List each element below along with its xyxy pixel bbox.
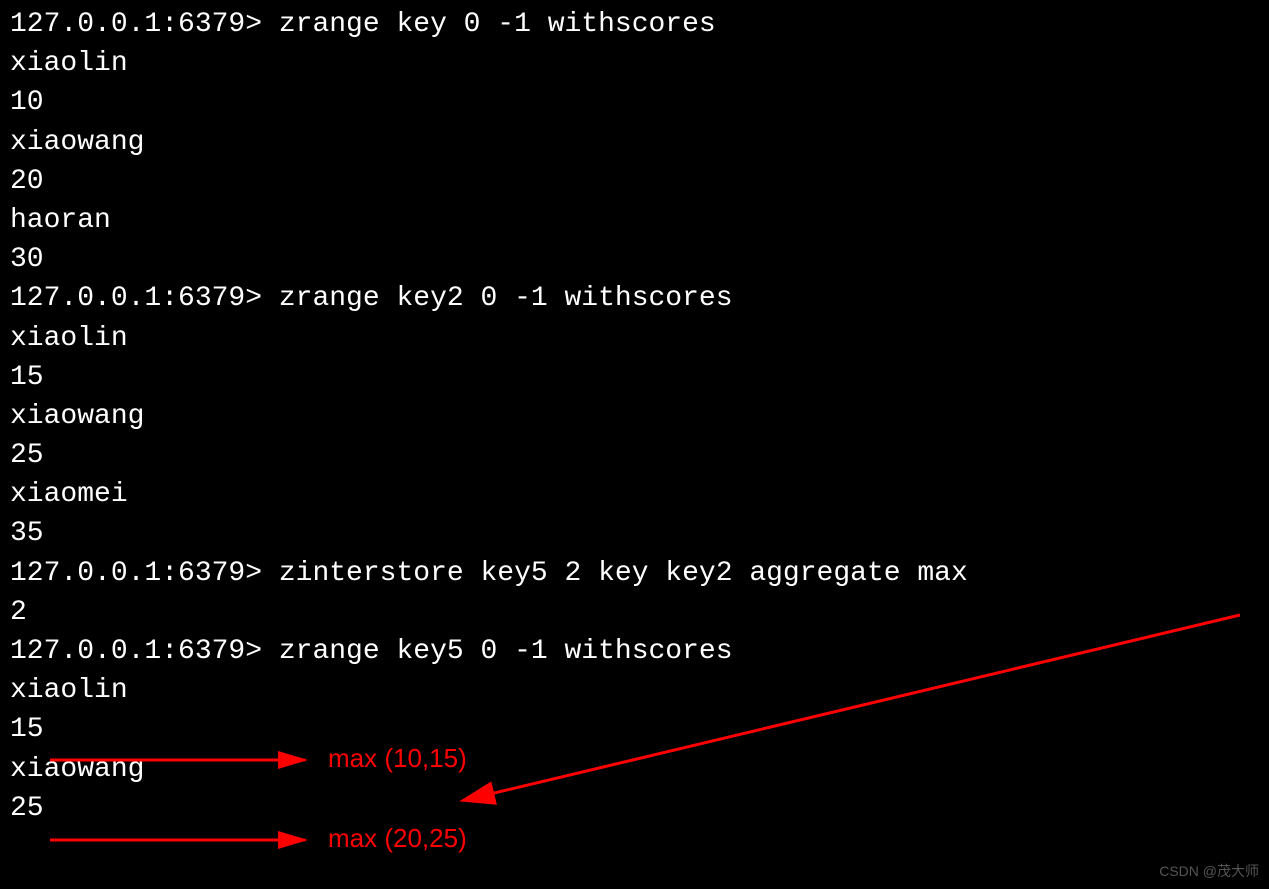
prompt: 127.0.0.1:6379> xyxy=(10,9,279,40)
output-line: 15 xyxy=(10,710,1259,749)
output-line: 25 xyxy=(10,789,1259,828)
command-line-1: 127.0.0.1:6379> zrange key 0 -1 withscor… xyxy=(10,5,1259,44)
output-line: xiaowang xyxy=(10,750,1259,789)
output-line: xiaowang xyxy=(10,123,1259,162)
watermark: CSDN @茂大师 xyxy=(1159,861,1259,881)
output-line: 30 xyxy=(10,240,1259,279)
command-text: zrange key 0 -1 withscores xyxy=(279,9,716,40)
output-line: xiaomei xyxy=(10,475,1259,514)
annotation-label-2: max (20,25) xyxy=(328,823,467,854)
output-line: 15 xyxy=(10,358,1259,397)
output-line: xiaolin xyxy=(10,44,1259,83)
command-line-2: 127.0.0.1:6379> zrange key2 0 -1 withsco… xyxy=(10,279,1259,318)
output-line: xiaowang xyxy=(10,397,1259,436)
command-text: zinterstore key5 2 key key2 aggregate ma… xyxy=(279,558,968,589)
command-line-4: 127.0.0.1:6379> zrange key5 0 -1 withsco… xyxy=(10,632,1259,671)
output-line: 25 xyxy=(10,436,1259,475)
terminal-output: 127.0.0.1:6379> zrange key 0 -1 withscor… xyxy=(10,5,1259,828)
annotation-arrow-2 xyxy=(50,825,320,855)
output-line: 20 xyxy=(10,162,1259,201)
output-line: xiaolin xyxy=(10,671,1259,710)
command-line-3: 127.0.0.1:6379> zinterstore key5 2 key k… xyxy=(10,554,1259,593)
output-line: 10 xyxy=(10,83,1259,122)
output-line: xiaolin xyxy=(10,319,1259,358)
prompt: 127.0.0.1:6379> xyxy=(10,636,279,667)
output-line: 35 xyxy=(10,514,1259,553)
output-line: haoran xyxy=(10,201,1259,240)
prompt: 127.0.0.1:6379> xyxy=(10,283,279,314)
annotation-label-1: max (10,15) xyxy=(328,743,467,774)
command-text: zrange key2 0 -1 withscores xyxy=(279,283,733,314)
prompt: 127.0.0.1:6379> xyxy=(10,558,279,589)
command-text: zrange key5 0 -1 withscores xyxy=(279,636,733,667)
output-line: 2 xyxy=(10,593,1259,632)
